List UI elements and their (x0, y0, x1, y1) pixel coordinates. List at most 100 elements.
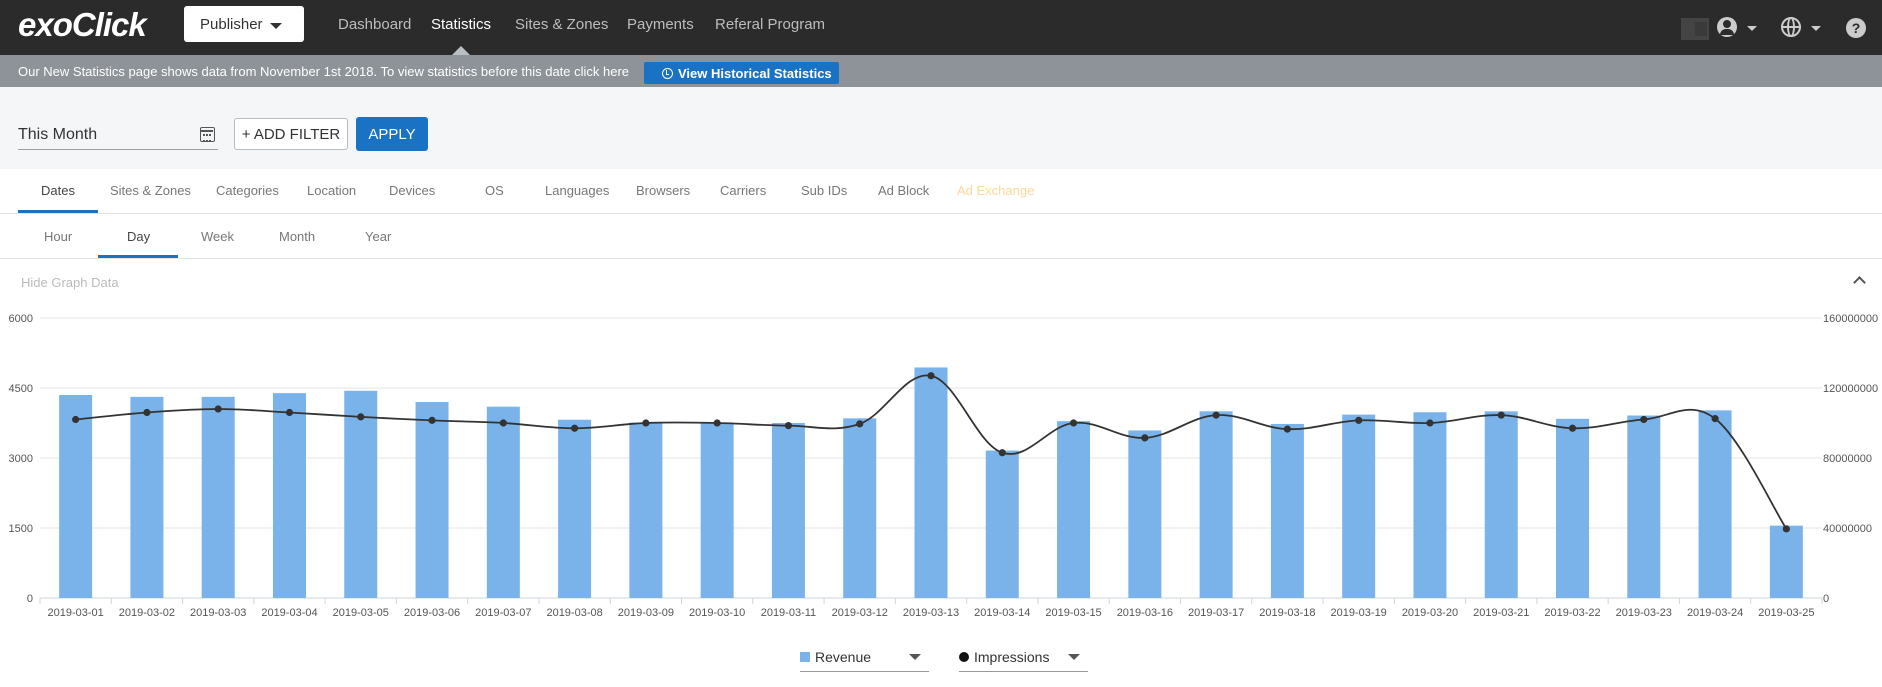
account-type-label: Publisher (200, 16, 263, 33)
active-tab-indicator (18, 210, 98, 213)
tab-dates[interactable]: Dates (41, 183, 75, 198)
revenue-bar (1199, 411, 1233, 598)
tab-week[interactable]: Week (201, 229, 234, 244)
tab-day[interactable]: Day (127, 229, 150, 244)
revenue-bar (629, 422, 663, 598)
impressions-point (143, 408, 151, 417)
legend-impressions[interactable]: Impressions (959, 648, 1088, 672)
x-tick-label: 2019-03-15 (1045, 607, 1101, 619)
revenue-bar (59, 395, 93, 598)
impressions-point (214, 405, 222, 413)
tab-devices[interactable]: Devices (389, 183, 435, 198)
notice-banner: Our New Statistics page shows data from … (0, 55, 1882, 87)
revenue-swatch-icon (800, 652, 810, 662)
x-tick-label: 2019-03-18 (1259, 607, 1315, 619)
impressions-point (1212, 411, 1220, 419)
nav-referal-program[interactable]: Referal Program (715, 16, 825, 33)
hide-graph-data-toggle[interactable]: Hide Graph Data (21, 275, 119, 290)
user-menu-chevron-down-icon[interactable] (1747, 26, 1757, 31)
nav-statistics[interactable]: Statistics (431, 16, 491, 33)
tab-sub-ids[interactable]: Sub IDs (801, 183, 847, 198)
y-tick-right: 120000000 (1823, 383, 1878, 395)
add-filter-label: ADD FILTER (253, 126, 341, 143)
impressions-point (713, 419, 721, 427)
x-tick-label: 2019-03-10 (689, 607, 745, 619)
dimension-tabs: Dates Sites & Zones Categories Location … (0, 169, 1882, 214)
revenue-bar (914, 367, 948, 598)
x-tick-label: 2019-03-07 (475, 607, 531, 619)
x-tick-label: 2019-03-08 (546, 607, 602, 619)
y-tick-right: 160000000 (1823, 313, 1878, 325)
revenue-bar (700, 422, 734, 598)
tab-sites-zones[interactable]: Sites & Zones (110, 183, 191, 198)
revenue-bar (1057, 421, 1091, 598)
notice-text: Our New Statistics page shows data from … (18, 64, 630, 79)
tab-month[interactable]: Month (279, 229, 315, 244)
chevron-up-icon[interactable] (1853, 276, 1866, 289)
revenue-bar (1556, 418, 1590, 598)
globe-icon[interactable] (1781, 17, 1801, 37)
tab-carriers[interactable]: Carriers (720, 183, 766, 198)
tab-languages[interactable]: Languages (545, 183, 609, 198)
user-icon[interactable] (1717, 17, 1737, 37)
x-tick-label: 2019-03-11 (761, 607, 816, 619)
x-tick-label: 2019-03-23 (1616, 607, 1672, 619)
active-nav-pointer-icon (452, 46, 470, 55)
plus-icon: + (241, 126, 251, 143)
tab-browsers[interactable]: Browsers (636, 183, 690, 198)
tab-year[interactable]: Year (365, 229, 391, 244)
x-tick-label: 2019-03-20 (1402, 607, 1458, 619)
nav-payments[interactable]: Payments (627, 16, 694, 33)
impressions-point (1283, 425, 1291, 433)
x-tick-label: 2019-03-03 (190, 607, 246, 619)
y-tick-left: 3000 (9, 453, 33, 465)
statistics-chart: 0 1500 3000 4500 6000 0 40000000 80000000 120000… (9, 313, 1879, 619)
calendar-icon[interactable] (200, 127, 215, 142)
view-historical-statistics-button[interactable]: View Historical Statistics (644, 62, 839, 84)
legend-revenue[interactable]: Revenue (800, 648, 929, 672)
tab-ad-block[interactable]: Ad Block (878, 183, 929, 198)
tab-categories[interactable]: Categories (216, 183, 279, 198)
impressions-point (428, 416, 436, 424)
x-tick-label: 2019-03-19 (1331, 607, 1387, 619)
x-tick-label: 2019-03-16 (1117, 607, 1173, 619)
x-tick-label: 2019-03-14 (974, 607, 1030, 619)
x-tick-label: 2019-03-04 (261, 607, 317, 619)
impressions-point (1711, 415, 1719, 423)
tab-ad-exchange[interactable]: Ad Exchange (957, 183, 1034, 198)
view-historical-statistics-label: View Historical Statistics (678, 66, 832, 81)
y-tick-right: 80000000 (1823, 453, 1872, 465)
legend-revenue-label: Revenue (815, 649, 872, 665)
help-icon[interactable]: ? (1846, 18, 1866, 38)
impressions-point (856, 420, 864, 428)
x-tick-label: 2019-03-12 (832, 607, 888, 619)
impressions-point (784, 422, 793, 430)
tab-os[interactable]: OS (485, 183, 504, 198)
nav-sites-zones[interactable]: Sites & Zones (515, 16, 608, 33)
tab-location[interactable]: Location (307, 183, 356, 198)
revenue-bar (771, 423, 805, 598)
y-tick-left: 6000 (9, 313, 33, 325)
impressions-point (1568, 424, 1577, 432)
revenue-bar (843, 418, 877, 598)
exoclick-logo[interactable]: exoClick (18, 6, 147, 44)
impressions-point (1640, 415, 1648, 424)
account-type-dropdown[interactable]: Publisher (184, 6, 304, 42)
revenue-bar (1627, 415, 1661, 598)
chevron-down-icon (909, 654, 921, 660)
apply-button[interactable]: APPLY (356, 117, 428, 151)
language-chevron-down-icon[interactable] (1811, 26, 1821, 31)
x-tick-label: 2019-03-01 (47, 607, 103, 619)
x-tick-label: 2019-03-05 (333, 607, 389, 619)
impressions-point (357, 413, 365, 421)
account-avatar[interactable] (1681, 18, 1709, 40)
impressions-point (998, 449, 1006, 457)
chevron-down-icon (1068, 654, 1080, 660)
add-filter-button[interactable]: + ADD FILTER (234, 118, 348, 150)
date-range-field[interactable]: This Month (18, 118, 218, 150)
revenue-bar (1698, 410, 1732, 598)
tab-hour[interactable]: Hour (44, 229, 72, 244)
revenue-bar (272, 393, 306, 598)
impressions-point (72, 415, 80, 424)
nav-dashboard[interactable]: Dashboard (338, 16, 411, 33)
